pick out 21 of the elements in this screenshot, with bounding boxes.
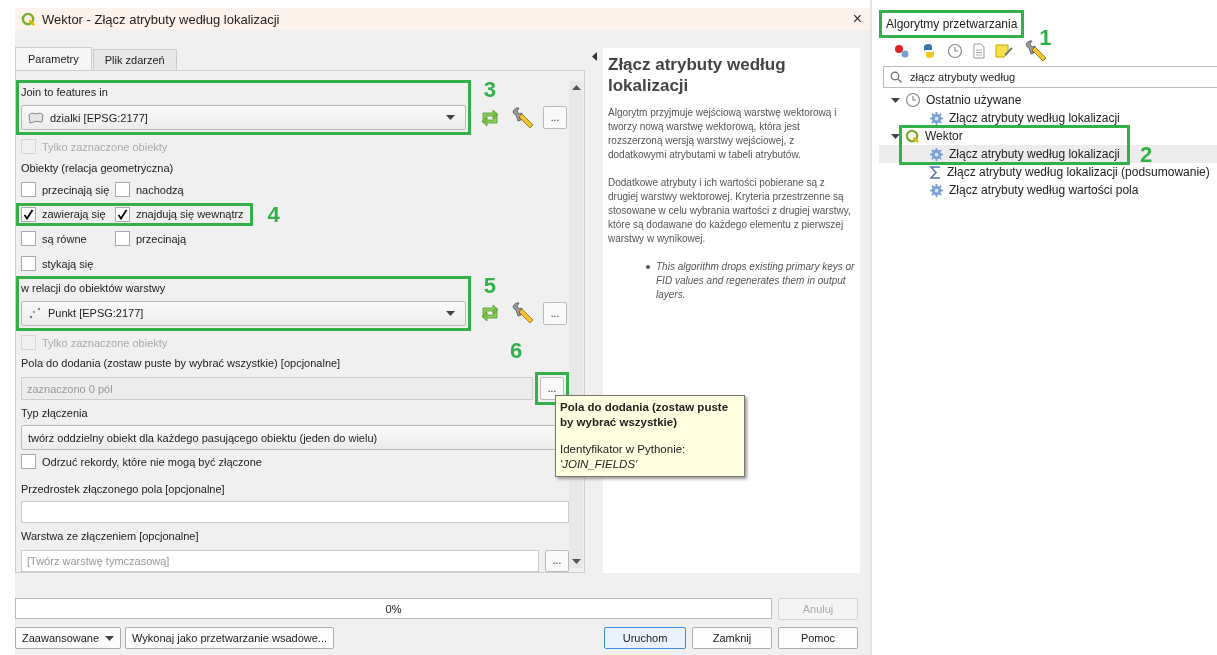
field-label: Przedrostek złączonego pola [opcjonalne] bbox=[21, 483, 225, 496]
progress-bar: 0% bbox=[15, 598, 772, 619]
tooltip-identifier: 'JOIN_FIELDS' bbox=[560, 457, 639, 472]
annotation-number: 2 bbox=[1140, 144, 1153, 166]
field-label: w relacji do obiektów warstwy bbox=[21, 280, 167, 295]
field-label: Join to features in bbox=[21, 85, 109, 99]
window-title: Wektor - Złącz atrybuty według lokalizacji bbox=[42, 11, 281, 27]
field-label: Typ złączenia bbox=[21, 406, 88, 419]
section-label: Obiekty (relacja geometryczna) bbox=[21, 162, 174, 174]
help-note: This algorithm drops existing primary keys or FID values and regenerates them in output layers. bbox=[656, 260, 855, 302]
field-label: Warstwa ze złączeniem [opcjonalne] bbox=[21, 530, 199, 543]
annotation-number: 1 bbox=[1039, 27, 1052, 49]
help-paragraph: Algorytm przyjmuje wejściową warstwę wektorową i tworzy nową warstwę wektorową, która jest rozszerzoną wersją warstwy wejściowej, z dodatkowymi atrybutami w tabeli atrybutów. bbox=[608, 106, 838, 162]
field-label: Pola do dodania (zostaw puste by wybrać wszystkie) [opcjonalne] bbox=[21, 357, 341, 370]
help-title: Złącz atrybuty według lokalizacji bbox=[608, 54, 787, 96]
annotation-number: 5 bbox=[483, 274, 496, 297]
help-paragraph: Dodatkowe atrybuty i ich wartości pobierane są z drugiej warstwy wektorowej. Kryteria przestrzenne są stosowane w celu wybrania wartości z drugiej warstwy, które są dodawane do każdego elementu z pierwszej warstwy w wynikowej. bbox=[608, 176, 852, 246]
annotation-number: 6 bbox=[510, 340, 523, 363]
annotation-number: 3 bbox=[483, 79, 496, 101]
panel-title: Algorytmy przetwarzania bbox=[885, 16, 1019, 33]
annotation-number: 4 bbox=[267, 203, 280, 226]
